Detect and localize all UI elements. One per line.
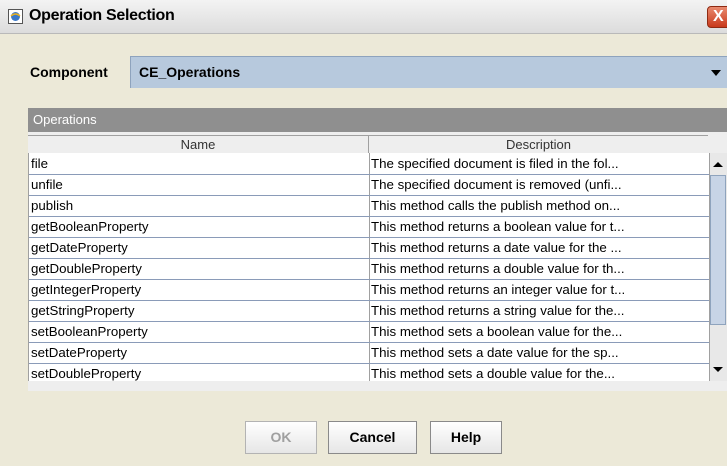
table-header: Name Description xyxy=(28,135,708,154)
ok-button[interactable]: OK xyxy=(245,421,317,454)
component-select[interactable]: CE_Operations xyxy=(130,56,727,88)
operation-description: This method returns a string value for t… xyxy=(371,303,625,318)
operation-description: This method sets a double value for the.… xyxy=(371,366,615,381)
operation-name: setBooleanProperty xyxy=(31,324,148,339)
operation-description: This method sets a boolean value for the… xyxy=(371,324,623,339)
operation-name: file xyxy=(31,156,48,171)
operation-description: This method returns an integer value for… xyxy=(371,282,626,297)
operations-title: Operations xyxy=(33,112,97,127)
table-row[interactable]: publish This method calls the publish me… xyxy=(29,195,709,217)
table-row[interactable]: getDoubleProperty This method returns a … xyxy=(29,258,709,280)
table-row[interactable]: setDoubleProperty This method sets a dou… xyxy=(29,363,709,381)
scroll-up-icon[interactable] xyxy=(709,156,727,174)
operation-description: The specified document is filed in the f… xyxy=(371,156,619,171)
close-icon: X xyxy=(713,8,724,25)
operation-name: unfile xyxy=(31,177,63,192)
title-bar[interactable]: Operation Selection X xyxy=(0,0,727,34)
table-row[interactable]: setDateProperty This method sets a date … xyxy=(29,342,709,364)
operation-description: The specified document is removed (unfi.… xyxy=(371,177,622,192)
table-row[interactable]: unfile The specified document is removed… xyxy=(29,174,709,196)
window-title: Operation Selection xyxy=(29,7,175,24)
chevron-down-icon[interactable] xyxy=(704,58,727,86)
component-value: CE_Operations xyxy=(139,64,241,80)
operation-name: publish xyxy=(31,198,74,213)
table-row[interactable]: file The specified document is filed in … xyxy=(29,153,709,175)
column-header-description[interactable]: Description xyxy=(369,136,708,153)
operations-table[interactable]: file The specified document is filed in … xyxy=(28,153,709,381)
scrollbar-thumb[interactable] xyxy=(710,175,726,325)
operation-name: getIntegerProperty xyxy=(31,282,142,297)
operation-name: getDoubleProperty xyxy=(31,261,142,276)
operation-description: This method calls the publish method on.… xyxy=(371,198,621,213)
operation-name: setDoubleProperty xyxy=(31,366,142,381)
operation-description: This method sets a date value for the sp… xyxy=(371,345,619,360)
operation-description: This method returns a double value for t… xyxy=(371,261,625,276)
operation-name: getDateProperty xyxy=(31,240,128,255)
operation-description: This method returns a boolean value for … xyxy=(371,219,625,234)
table-row[interactable]: getBooleanProperty This method returns a… xyxy=(29,216,709,238)
operation-name: getBooleanProperty xyxy=(31,219,149,234)
operation-description: This method returns a date value for the… xyxy=(371,240,622,255)
operation-name: getStringProperty xyxy=(31,303,135,318)
operation-name: setDateProperty xyxy=(31,345,128,360)
table-row[interactable]: setBooleanProperty This method sets a bo… xyxy=(29,321,709,343)
help-button[interactable]: Help xyxy=(430,421,502,454)
table-row[interactable]: getDateProperty This method returns a da… xyxy=(29,237,709,259)
operations-panel: Operations Name Description file The spe… xyxy=(28,108,727,391)
cancel-button[interactable]: Cancel xyxy=(328,421,417,454)
table-row[interactable]: getStringProperty This method returns a … xyxy=(29,300,709,322)
scroll-down-icon[interactable] xyxy=(709,360,727,378)
operations-header: Operations xyxy=(28,108,727,132)
browser-icon xyxy=(8,9,23,24)
component-label: Component xyxy=(30,64,108,80)
close-button[interactable]: X xyxy=(707,6,727,28)
table-row[interactable]: getIntegerProperty This method returns a… xyxy=(29,279,709,301)
column-header-name[interactable]: Name xyxy=(28,136,369,153)
